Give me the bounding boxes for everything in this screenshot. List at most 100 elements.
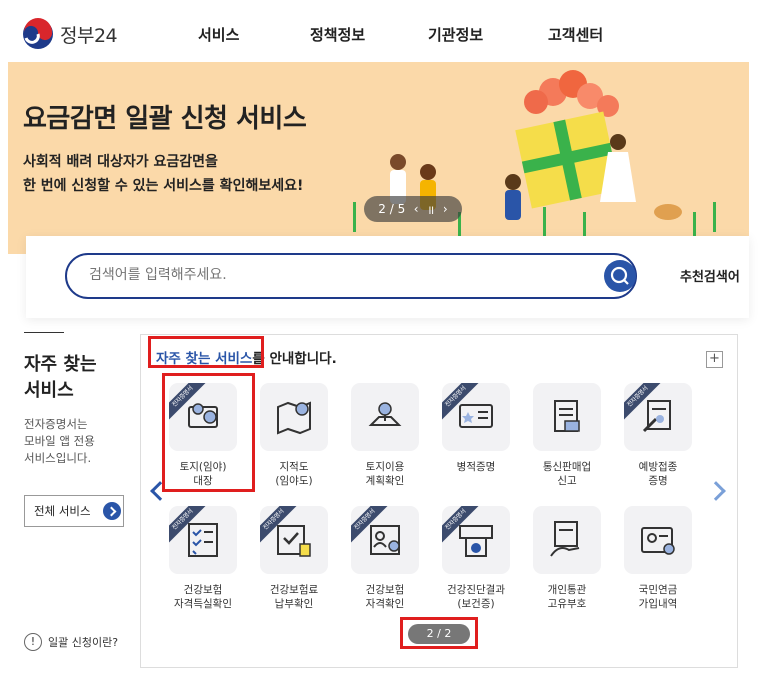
service-tile: 전자증명서 — [442, 506, 510, 574]
main-nav: 서비스 정책정보 기관정보 고객센터 — [198, 24, 663, 45]
search-icon — [610, 266, 629, 285]
service-label-line: 고유부호 — [547, 598, 587, 610]
banner-desc-line: 사회적 배려 대상자가 요금감면을 — [23, 154, 218, 170]
national-pension-icon — [641, 527, 675, 555]
service-item[interactable]: 전자증명서 건강보험료 납부확인 — [249, 506, 339, 611]
service-item[interactable]: 전자증명서예방접종증명 — [613, 383, 703, 488]
exclamation-icon: ! — [24, 633, 42, 651]
all-services-button[interactable]: 전체 서비스 — [24, 495, 124, 527]
service-label: 건강진단결과 (보건증) — [431, 583, 521, 611]
health-insurance-qualification-icon — [188, 523, 218, 557]
vaccination-icon — [642, 400, 671, 433]
service-item[interactable]: 국민연금가입내역 — [613, 506, 703, 611]
flower-burst — [524, 70, 619, 117]
gift-celebration-illustration — [353, 70, 716, 237]
nav-policy-info[interactable]: 정책정보 — [310, 24, 428, 45]
service-label-line: 개인통관 — [547, 584, 587, 596]
desc-line: 서비스입니다. — [24, 451, 92, 465]
highlight-box — [400, 617, 478, 649]
service-label-line: 자격득실확인 — [174, 598, 232, 610]
service-item[interactable]: 전자증명서병적증명 — [431, 383, 521, 474]
search-section: 추천검색어 — [26, 236, 749, 318]
prev-slide-icon[interactable]: ‹ — [414, 202, 419, 216]
highlight-box — [162, 373, 255, 492]
land-use-plan-icon — [368, 402, 402, 426]
nav-customer-center[interactable]: 고객센터 — [548, 24, 663, 45]
service-label: 통신판매업 신고 — [522, 460, 612, 488]
service-label-line: (임야도) — [275, 475, 313, 487]
search-box — [65, 253, 637, 299]
bulk-apply-help-link[interactable]: ! 일괄 신청이란? — [24, 633, 118, 651]
arrow-right-icon — [102, 502, 121, 520]
highlight-box — [148, 336, 264, 368]
section-title-line: 자주 찾는 — [24, 354, 97, 375]
service-tile — [624, 506, 692, 574]
service-item[interactable]: 토지이용계획확인 — [340, 383, 430, 488]
service-label-line: 자격확인 — [365, 598, 405, 610]
service-label-line: (보건증) — [457, 598, 495, 610]
service-label: 건강보험료납부확인 — [249, 583, 339, 611]
service-tile — [533, 383, 601, 451]
service-tile: 전자증명서 — [624, 383, 692, 451]
service-label-line: 통신판매업 — [542, 461, 592, 473]
service-label: 건강보험 자격확인 — [340, 583, 430, 611]
logo-text: 정부24 — [60, 24, 118, 47]
header: 정부24 서비스 정책정보 기관정보 고객센터 — [0, 0, 773, 62]
service-label-line: 건강보험 — [183, 584, 223, 596]
service-label: 건강보험자격득실확인 — [158, 583, 248, 611]
recommended-keywords[interactable]: 추천검색어 — [680, 266, 740, 285]
insurance-eligibility-icon — [370, 525, 400, 555]
service-label: 지적도 (임야도) — [249, 460, 339, 488]
service-item[interactable]: 통신판매업 신고 — [522, 383, 612, 488]
service-label-line: 건강진단결과 — [447, 584, 505, 596]
service-label-line: 병적증명 — [456, 461, 496, 473]
search-button[interactable] — [604, 260, 636, 292]
slide-indicator: 2 / 5 — [378, 202, 406, 216]
service-label-line: 국민연금 — [638, 584, 678, 596]
service-label-line: 증명 — [648, 475, 668, 487]
service-item[interactable]: 전자증명서건강보험 자격확인 — [340, 506, 430, 611]
service-label: 토지이용계획확인 — [340, 460, 430, 488]
service-tile — [260, 383, 328, 451]
promo-banner[interactable]: 요금감면 일괄 신청 서비스 사회적 배려 대상자가 요금감면을 한 번에 신청… — [8, 62, 749, 254]
service-tile: 전자증명서 — [169, 506, 237, 574]
service-item[interactable]: 지적도 (임야도) — [249, 383, 339, 488]
banner-desc-line: 한 번에 신청할 수 있는 서비스를 확인해보세요! — [23, 178, 304, 194]
service-label-line: 토지이용 — [365, 461, 405, 473]
service-label-line: 예방접종 — [638, 461, 678, 473]
service-item[interactable]: 개인통관고유부호 — [522, 506, 612, 611]
section-description: 전자증명서는 모바일 앱 전용 서비스입니다. — [24, 416, 95, 467]
service-label-line: 건강보험료 — [269, 584, 319, 596]
banner-title: 요금감면 일괄 신청 서비스 — [23, 104, 307, 134]
logo[interactable]: 정부24 — [22, 18, 118, 50]
divider — [24, 332, 64, 333]
slide-controls: 2 / 5 ‹ ॥ › — [364, 196, 462, 222]
nav-agency-info[interactable]: 기관정보 — [428, 24, 548, 45]
desc-line: 모바일 앱 전용 — [24, 434, 95, 448]
customs-code-icon — [550, 521, 580, 557]
service-label: 예방접종증명 — [613, 460, 703, 488]
search-input[interactable] — [89, 267, 569, 283]
panel-heading-rest: 를 안내합니다. — [252, 351, 337, 367]
service-item[interactable]: 전자증명서건강진단결과 (보건증) — [431, 506, 521, 611]
insurance-payment-icon — [277, 525, 311, 557]
pause-icon[interactable]: ॥ — [427, 201, 434, 218]
next-slide-icon[interactable]: › — [443, 202, 448, 216]
section-title: 자주 찾는 서비스 — [24, 352, 97, 404]
service-label-line: 납부확인 — [274, 598, 314, 610]
service-tile — [351, 383, 419, 451]
service-label: 병적증명 — [431, 460, 521, 474]
desc-line: 전자증명서는 — [24, 417, 88, 431]
service-tile: 전자증명서 — [442, 383, 510, 451]
service-label-line: 계획확인 — [365, 475, 405, 487]
service-label: 개인통관고유부호 — [522, 583, 612, 611]
mail-order-business-icon — [554, 400, 580, 432]
cadastral-map-icon — [277, 401, 311, 435]
service-tile: 전자증명서 — [351, 506, 419, 574]
nav-services[interactable]: 서비스 — [198, 24, 310, 45]
service-item[interactable]: 전자증명서건강보험자격득실확인 — [158, 506, 248, 611]
health-checkup-icon — [459, 525, 493, 557]
service-tile — [533, 506, 601, 574]
service-label-line: 가입내역 — [638, 598, 678, 610]
expand-icon[interactable]: + — [706, 351, 723, 368]
